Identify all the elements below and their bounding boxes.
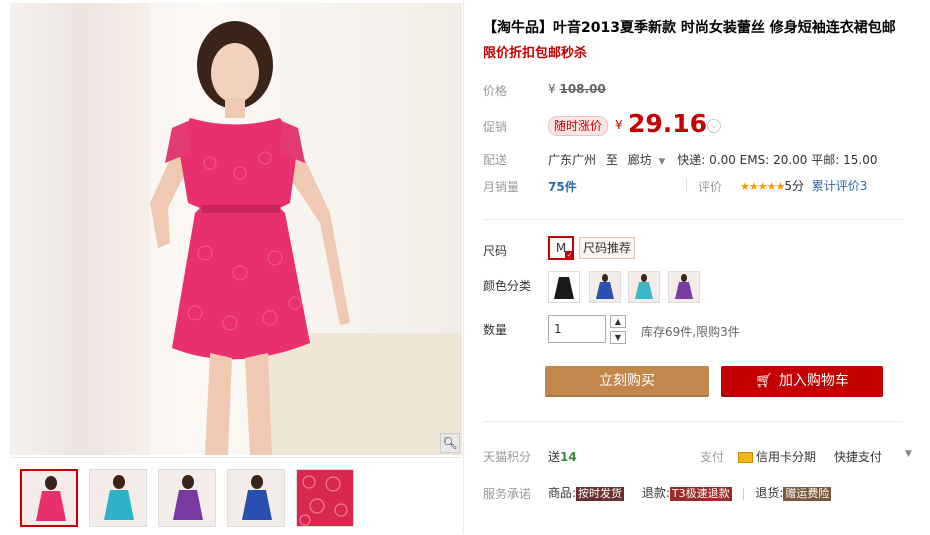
rating-row: ★★★★★5分 累计评价3	[740, 177, 867, 194]
currency-symbol: ¥	[548, 82, 556, 96]
chevron-down-icon[interactable]: ⌵	[707, 119, 721, 133]
payment-dropdown-icon[interactable]: ▼	[905, 449, 912, 459]
sales-count: 75件	[548, 180, 577, 194]
promo-label: 促销	[483, 120, 508, 134]
shipping-from: 广东广州	[548, 153, 597, 167]
service-refund-label: 退款:	[641, 486, 670, 500]
review-label: 评价	[698, 180, 723, 194]
add-to-cart-label: 加入购物车	[778, 373, 849, 389]
points-prefix: 送	[548, 450, 561, 464]
shipping-row: 广东广州 至 廊坊 ▼ 快递: 0.00 EMS: 20.00 平邮: 15.0…	[548, 151, 877, 168]
main-product-image[interactable]: 🔍︎	[10, 3, 462, 455]
column-divider	[463, 0, 464, 534]
payment-label: 支付	[700, 450, 725, 464]
thumbnail-cyan[interactable]	[89, 469, 147, 527]
payment-options: 信用卡分期 快捷支付	[738, 448, 882, 465]
section-divider-2	[483, 421, 903, 422]
add-to-cart-button[interactable]: 🛒︎ 加入购物车	[721, 366, 883, 397]
stock-info: 库存69件,限购3件	[641, 325, 740, 339]
review-count-link[interactable]: 累计评价3	[812, 179, 868, 193]
shipping-label: 配送	[483, 153, 508, 167]
service-label: 服务承诺	[483, 487, 532, 501]
payment-credit-installment[interactable]: 信用卡分期	[756, 450, 816, 464]
section-divider	[483, 219, 903, 220]
service-return-badge[interactable]: 赠运费险	[783, 486, 832, 501]
quantity-decrease-button[interactable]: ▼	[610, 331, 626, 344]
cart-icon: 🛒︎	[755, 373, 773, 389]
quantity-label: 数量	[483, 323, 508, 337]
quantity-input[interactable]: 1	[548, 315, 606, 343]
service-separator: |	[741, 486, 746, 500]
shipping-destination[interactable]: 廊坊	[628, 153, 652, 167]
points-value: 14	[560, 450, 577, 464]
quantity-increase-button[interactable]: ▲	[610, 315, 626, 328]
color-swatch-cyan[interactable]	[628, 271, 660, 303]
buy-now-button[interactable]: 立刻购买	[545, 366, 709, 397]
star-rating-icon: ★★★★★	[740, 180, 785, 193]
thumbnail-strip	[10, 457, 462, 535]
promo-price: 29.16	[628, 109, 708, 138]
rating-score: 5分	[784, 179, 804, 193]
points-value-row: 送14	[548, 448, 577, 465]
product-title: 【淘牛品】叶音2013夏季新款 时尚女装蕾丝 修身短袖连衣裙包邮	[483, 20, 896, 36]
payment-quick[interactable]: 快捷支付	[834, 450, 882, 464]
price-label: 价格	[483, 84, 508, 98]
shipping-to-word: 至	[605, 153, 618, 167]
credit-card-icon	[738, 452, 753, 463]
service-return-label: 退货:	[755, 486, 784, 500]
price-original-value: 108.00	[559, 82, 606, 96]
thumbnail-blue[interactable]	[227, 469, 285, 527]
thumbnail-pink[interactable]	[20, 469, 78, 527]
sales-divider	[686, 178, 687, 192]
promo-currency: ¥	[615, 118, 623, 132]
service-goods-badge[interactable]: 按时发货	[576, 486, 625, 501]
thumbnail-lace-detail[interactable]	[296, 469, 354, 527]
shipping-fees: 快递: 0.00 EMS: 20.00 平邮: 15.00	[677, 153, 878, 167]
color-label: 颜色分类	[483, 279, 532, 293]
thumbnail-purple[interactable]	[158, 469, 216, 527]
points-label: 天猫积分	[483, 450, 532, 464]
size-recommend-button[interactable]: 尺码推荐	[579, 237, 636, 259]
zoom-magnifier-icon[interactable]: 🔍︎	[440, 433, 460, 453]
selected-check-icon: ✓	[565, 251, 574, 260]
price-original: ¥ 108.00	[548, 82, 606, 96]
color-swatch-purple[interactable]	[668, 271, 700, 303]
service-goods-label: 商品:	[548, 486, 577, 500]
color-swatch-black[interactable]	[548, 271, 580, 303]
size-label: 尺码	[483, 244, 508, 258]
service-row: 商品: 按时发货 退款: T3极速退款 | 退货: 赠运费险	[548, 484, 832, 501]
promo-tag: 随时涨价	[548, 116, 609, 136]
service-refund-badge[interactable]: T3极速退款	[669, 486, 732, 501]
destination-dropdown-icon[interactable]: ▼	[659, 157, 666, 167]
product-subtitle: 限价折扣包邮秒杀	[483, 46, 588, 61]
color-swatch-blue[interactable]	[589, 271, 621, 303]
sales-label: 月销量	[483, 180, 520, 194]
model-figure	[150, 21, 350, 455]
